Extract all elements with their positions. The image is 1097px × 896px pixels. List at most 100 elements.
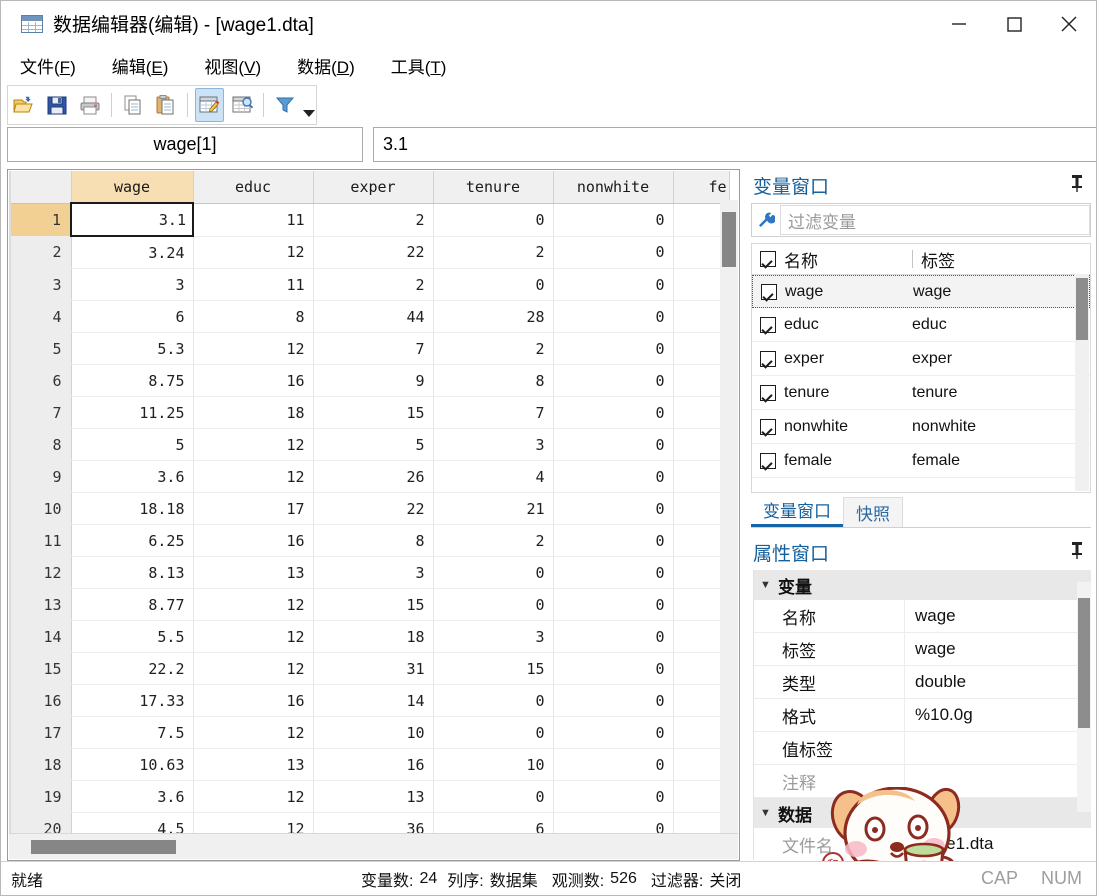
- cell-educ[interactable]: 12: [193, 588, 314, 621]
- cell-tenure[interactable]: 0: [433, 780, 554, 813]
- cell-educ[interactable]: 12: [193, 428, 314, 461]
- cell-exper[interactable]: 2: [313, 203, 434, 237]
- property-value[interactable]: %10.0g: [904, 699, 1091, 731]
- column-header-exper[interactable]: exper: [313, 171, 434, 204]
- menu-data[interactable]: 数据(D): [294, 51, 358, 80]
- cell-tenure[interactable]: 3: [433, 620, 554, 653]
- column-header-female[interactable]: fe: [673, 171, 730, 204]
- cell-tenure[interactable]: 10: [433, 748, 554, 781]
- row-number[interactable]: 15: [11, 652, 72, 685]
- cell-educ[interactable]: 11: [193, 268, 314, 301]
- cell-nonwhite[interactable]: 0: [553, 300, 674, 333]
- variables-scroll-thumb[interactable]: [1076, 278, 1088, 340]
- table-row[interactable]: 2 3.24 12 22 2 0: [11, 236, 730, 269]
- minimize-button[interactable]: [931, 1, 986, 46]
- cell-wage[interactable]: 3.24: [71, 236, 194, 269]
- cell-wage[interactable]: 10.63: [71, 748, 194, 781]
- cell-nonwhite[interactable]: 0: [553, 492, 674, 525]
- cell-exper[interactable]: 22: [313, 236, 434, 269]
- menu-file[interactable]: 文件(F): [17, 51, 79, 80]
- row-number[interactable]: 5: [11, 332, 72, 365]
- paste-button[interactable]: [151, 88, 180, 122]
- column-header-tenure[interactable]: tenure: [433, 171, 554, 204]
- cell-educ[interactable]: 17: [193, 492, 314, 525]
- cell-nonwhite[interactable]: 0: [553, 460, 674, 493]
- cell-exper[interactable]: 3: [313, 556, 434, 589]
- cell-tenure[interactable]: 2: [433, 236, 554, 269]
- cell-exper[interactable]: 8: [313, 524, 434, 557]
- cell-nonwhite[interactable]: 0: [553, 268, 674, 301]
- properties-scroll-thumb[interactable]: [1078, 598, 1090, 728]
- cell-tenure[interactable]: 8: [433, 364, 554, 397]
- row-number[interactable]: 9: [11, 460, 72, 493]
- cell-tenure[interactable]: 7: [433, 396, 554, 429]
- maximize-button[interactable]: [986, 1, 1041, 46]
- variable-checkbox[interactable]: [753, 283, 785, 300]
- cell-wage[interactable]: 8.13: [71, 556, 194, 589]
- cell-exper[interactable]: 15: [313, 396, 434, 429]
- grid-vertical-scrollbar[interactable]: [720, 200, 738, 858]
- cell-wage[interactable]: 3.6: [71, 460, 194, 493]
- row-number[interactable]: 17: [11, 716, 72, 749]
- menu-edit[interactable]: 编辑(E): [109, 51, 172, 80]
- cell-exper[interactable]: 16: [313, 748, 434, 781]
- variable-row[interactable]: wage wage: [752, 275, 1090, 308]
- cell-tenure[interactable]: 0: [433, 268, 554, 301]
- cell-nonwhite[interactable]: 0: [553, 236, 674, 269]
- cell-wage[interactable]: 5.5: [71, 620, 194, 653]
- cell-wage[interactable]: 18.18: [71, 492, 194, 525]
- filter-button[interactable]: [271, 88, 300, 122]
- variables-filter-input[interactable]: 过滤变量: [780, 205, 1090, 235]
- grid-horizontal-scroll-thumb[interactable]: [31, 840, 176, 854]
- cell-wage[interactable]: 3.1: [70, 202, 194, 237]
- cell-educ[interactable]: 13: [193, 748, 314, 781]
- menu-view[interactable]: 视图(V): [201, 51, 264, 80]
- table-row[interactable]: 10 18.18 17 22 21 0: [11, 492, 730, 525]
- property-row[interactable]: 类型 double: [754, 666, 1091, 699]
- table-row[interactable]: 11 6.25 16 8 2 0: [11, 524, 730, 557]
- grid-horizontal-scrollbar[interactable]: [9, 833, 738, 859]
- row-number[interactable]: 19: [11, 780, 72, 813]
- property-row[interactable]: 标签 wage: [754, 633, 1091, 666]
- cell-wage[interactable]: 22.2: [71, 652, 194, 685]
- cell-wage[interactable]: 11.25: [71, 396, 194, 429]
- cell-nonwhite[interactable]: 0: [553, 684, 674, 717]
- row-number[interactable]: 2: [11, 236, 72, 269]
- filter-dropdown-chevron-down-icon[interactable]: [302, 86, 316, 124]
- property-group-header[interactable]: ▼ 变量: [754, 570, 1091, 600]
- cell-educ[interactable]: 12: [193, 620, 314, 653]
- column-header-educ[interactable]: educ: [193, 171, 314, 204]
- row-number[interactable]: 10: [11, 492, 72, 525]
- cell-educ[interactable]: 16: [193, 524, 314, 557]
- variable-row[interactable]: educ educ: [752, 308, 1090, 342]
- variables-scrollbar[interactable]: [1075, 274, 1089, 491]
- cell-tenure[interactable]: 4: [433, 460, 554, 493]
- cell-educ[interactable]: 12: [193, 716, 314, 749]
- cell-nonwhite[interactable]: 0: [553, 748, 674, 781]
- cell-nonwhite[interactable]: 0: [553, 716, 674, 749]
- cell-tenure[interactable]: 0: [433, 588, 554, 621]
- variable-row[interactable]: nonwhite nonwhite: [752, 410, 1090, 444]
- cell-tenure[interactable]: 15: [433, 652, 554, 685]
- table-row[interactable]: 16 17.33 16 14 0 0: [11, 684, 730, 717]
- table-row[interactable]: 3 3 11 2 0 0: [11, 268, 730, 301]
- cell-nonwhite[interactable]: 0: [553, 556, 674, 589]
- cell-exper[interactable]: 22: [313, 492, 434, 525]
- variable-checkbox[interactable]: [752, 384, 784, 401]
- cell-reference-input[interactable]: wage[1]: [7, 127, 363, 162]
- property-value[interactable]: wage1.dta: [904, 828, 1091, 860]
- row-number[interactable]: 14: [11, 620, 72, 653]
- cell-tenure[interactable]: 0: [433, 556, 554, 589]
- wrench-icon[interactable]: [752, 211, 780, 229]
- property-row[interactable]: 文件名 wage1.dta: [754, 828, 1091, 860]
- save-button[interactable]: [43, 88, 72, 122]
- row-number[interactable]: 18: [11, 748, 72, 781]
- cell-exper[interactable]: 2: [313, 268, 434, 301]
- property-group-header[interactable]: ▼ 数据: [754, 798, 1091, 828]
- cell-wage[interactable]: 8.77: [71, 588, 194, 621]
- cell-tenure[interactable]: 0: [433, 716, 554, 749]
- cell-exper[interactable]: 9: [313, 364, 434, 397]
- table-row[interactable]: 4 6 8 44 28 0: [11, 300, 730, 333]
- row-number[interactable]: 1: [11, 203, 72, 237]
- cell-educ[interactable]: 11: [193, 203, 314, 237]
